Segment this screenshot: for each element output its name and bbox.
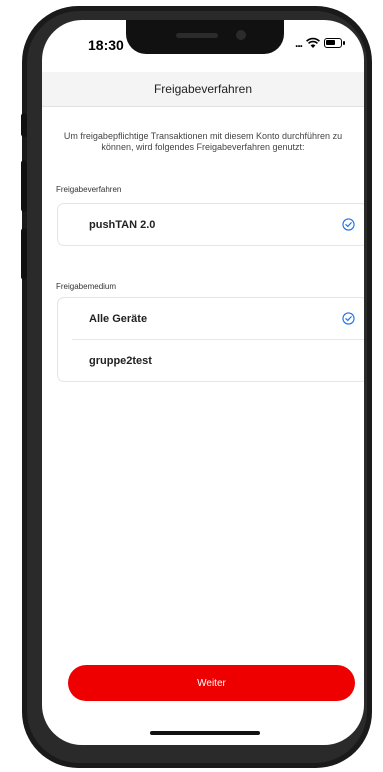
check-circle-icon [342, 218, 355, 231]
wifi-icon [306, 37, 320, 48]
mute-switch [21, 113, 27, 137]
home-indicator[interactable] [150, 731, 260, 735]
battery-icon [324, 38, 345, 48]
intro-text: Um freigabepflichtige Transaktionen mit … [63, 131, 343, 152]
status-time: 18:30 [88, 37, 124, 53]
section-label-medium: Freigabemedium [56, 282, 117, 291]
medium-option-label: gruppe2test [89, 354, 152, 367]
status-icons: ... [294, 36, 345, 50]
section-label-method: Freigabeverfahren [56, 185, 122, 194]
page-title: Freigabeverfahren [153, 82, 253, 96]
front-camera [236, 30, 246, 40]
notch [126, 20, 284, 54]
volume-down-button [21, 228, 27, 280]
medium-option-label: Alle Geräte [89, 312, 148, 325]
method-card: pushTAN 2.0 [57, 203, 364, 246]
continue-button[interactable]: Weiter [68, 665, 355, 701]
method-option-pushtan[interactable]: pushTAN 2.0 [58, 204, 364, 245]
medium-card: Alle Geräte gruppe2test [57, 297, 364, 382]
medium-option-gruppe2test[interactable]: gruppe2test [72, 339, 364, 381]
nav-header: Freigabeverfahren [42, 72, 364, 107]
volume-up-button [21, 160, 27, 212]
check-circle-icon [342, 312, 355, 325]
speaker-grille [176, 33, 218, 38]
signal-dots: ... [294, 36, 303, 50]
phone-screen: 18:30 ... Freigabeverfahren Um freigabep… [42, 20, 364, 745]
medium-option-alle-geraete[interactable]: Alle Geräte [58, 298, 364, 339]
method-option-label: pushTAN 2.0 [89, 218, 156, 231]
